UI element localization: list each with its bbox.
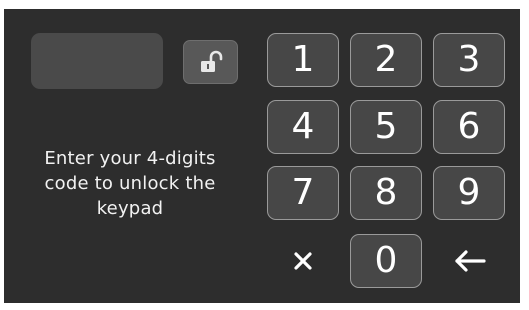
arrow-left-icon [455,250,486,272]
key-6[interactable]: 6 [433,100,505,154]
key-0[interactable]: 0 [350,234,422,288]
close-icon [294,252,312,270]
keypad-screen: Enter your 4-digits code to unlock the k… [4,9,520,303]
key-3[interactable]: 3 [433,33,505,87]
backspace-button[interactable] [433,234,505,288]
lock-toggle-button[interactable] [183,40,238,84]
key-4[interactable]: 4 [267,100,339,154]
clear-button[interactable] [267,234,339,288]
unlock-instruction: Enter your 4-digits code to unlock the k… [44,148,216,219]
key-1[interactable]: 1 [267,33,339,87]
key-2[interactable]: 2 [350,33,422,87]
key-9[interactable]: 9 [433,166,505,220]
code-display [31,33,163,89]
key-8[interactable]: 8 [350,166,422,220]
unlocked-padlock-icon [201,50,223,72]
key-7[interactable]: 7 [267,166,339,220]
key-5[interactable]: 5 [350,100,422,154]
